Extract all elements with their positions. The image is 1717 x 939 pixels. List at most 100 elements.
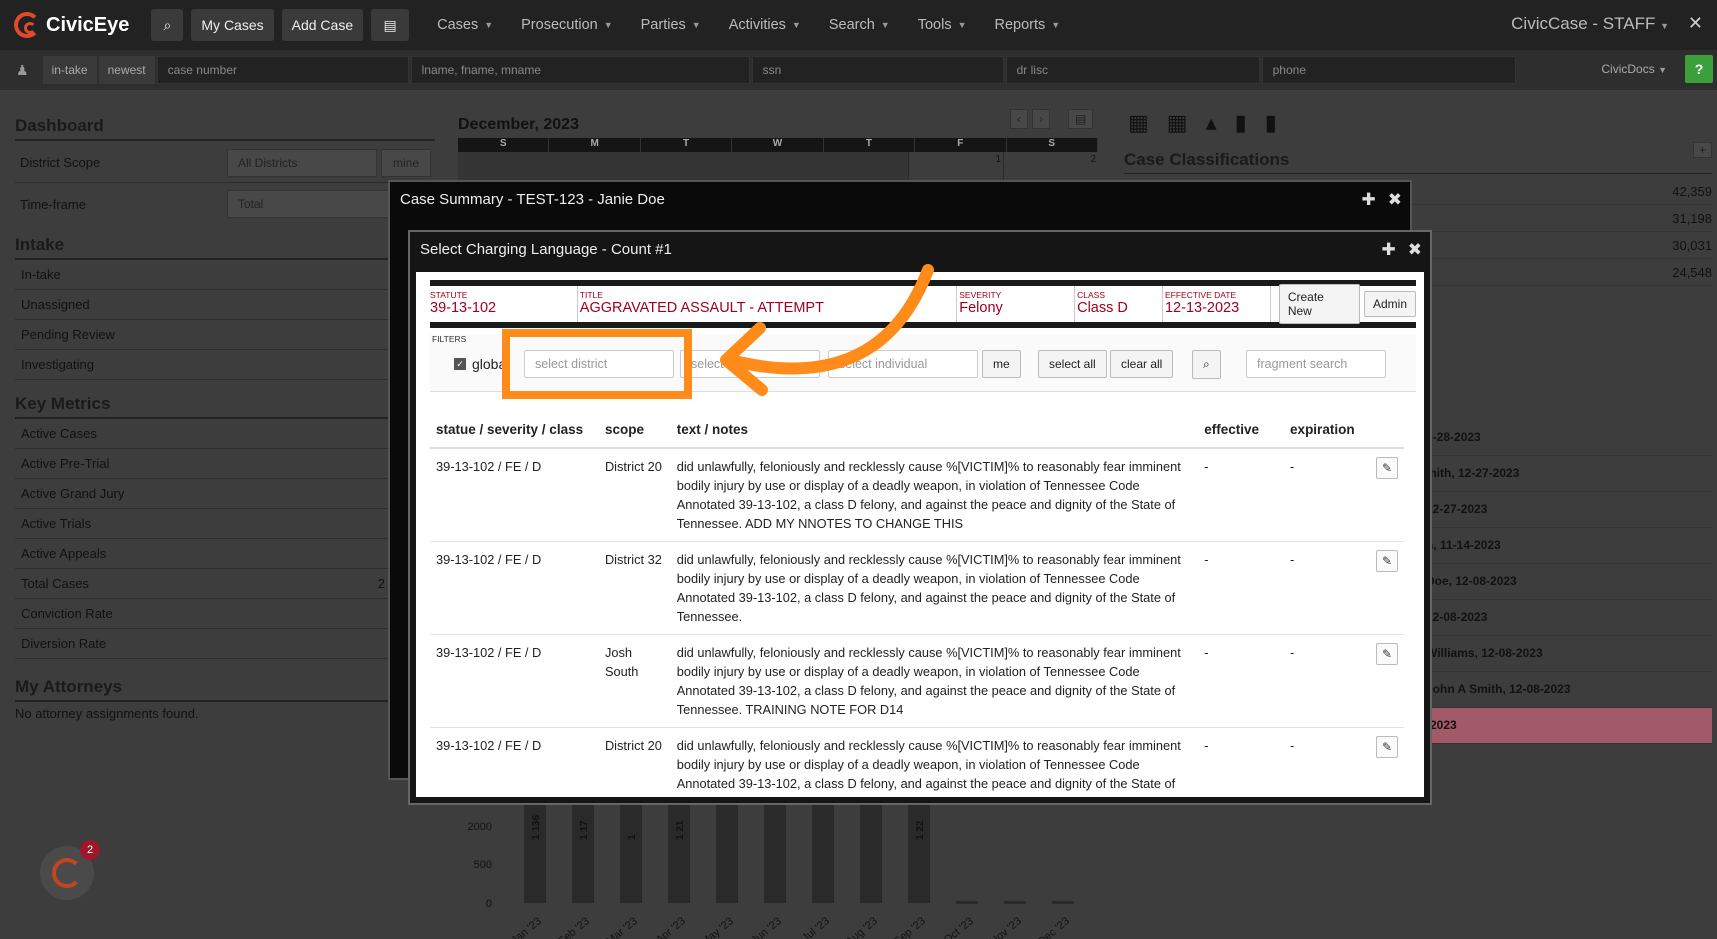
calendar-next-button[interactable]: ›: [1032, 109, 1050, 129]
case-classifications-title: Case Classifications: [1124, 150, 1712, 174]
fragment-search-input[interactable]: fragment search: [1246, 350, 1386, 378]
menu-cases[interactable]: Cases ▼: [437, 17, 493, 33]
metric-item[interactable]: Active Cases: [15, 419, 435, 449]
recent-case-item[interactable]: Williams, 12-08-2023: [1412, 636, 1712, 672]
calendar-date-2[interactable]: 2: [1004, 152, 1098, 182]
chart-bar[interactable]: [764, 800, 786, 903]
menu-tools[interactable]: Tools ▼: [918, 17, 967, 33]
document-icon[interactable]: ▮: [1235, 110, 1247, 136]
ssn-field[interactable]: ssn: [751, 56, 1004, 84]
my-cases-button[interactable]: My Cases: [191, 9, 274, 41]
calendar-date-1[interactable]: 1: [909, 152, 1004, 182]
recent-case-item[interactable]: 2-28-2023: [1412, 420, 1712, 456]
metric-item[interactable]: Active Trials: [15, 509, 435, 539]
calculator-icon[interactable]: ▦: [1128, 110, 1149, 136]
classification-add-button[interactable]: +: [1692, 142, 1712, 158]
chevron-down-icon: ▼: [791, 20, 801, 30]
district-scope-select[interactable]: All Districts: [227, 148, 377, 177]
maximize-icon[interactable]: ✚: [1382, 240, 1396, 260]
metric-item[interactable]: Active Grand Jury: [15, 479, 435, 509]
intake-item[interactable]: Pending Review: [15, 320, 435, 350]
chart-bar[interactable]: [716, 800, 738, 903]
menu-activities[interactable]: Activities ▼: [729, 17, 801, 33]
me-button[interactable]: me: [982, 350, 1021, 378]
edit-button[interactable]: ✎: [1376, 736, 1398, 758]
chart-bar[interactable]: [620, 800, 642, 903]
search-button[interactable]: ⌕: [151, 9, 184, 41]
metric-item[interactable]: Diversion Rate: [15, 629, 435, 659]
name-field[interactable]: lname, fname, mname: [410, 56, 750, 84]
timeframe-select[interactable]: Total: [227, 190, 407, 218]
chart-bar[interactable]: [668, 800, 690, 903]
edit-button[interactable]: ✎: [1376, 550, 1398, 572]
charging-language-table: statue / severity / class scope text / not…: [430, 412, 1404, 797]
chart-bar[interactable]: [956, 901, 978, 904]
edit-button[interactable]: ✎: [1376, 643, 1398, 665]
intake-item[interactable]: In-take: [15, 260, 435, 290]
metric-item[interactable]: Active Pre-Trial: [15, 449, 435, 479]
clear-all-button[interactable]: clear all: [1110, 350, 1174, 378]
create-new-button[interactable]: Create New: [1278, 284, 1360, 324]
edit-button[interactable]: ✎: [1376, 457, 1398, 479]
recent-case-item[interactable]: mith, 12-27-2023: [1412, 456, 1712, 492]
close-icon[interactable]: ✕: [1688, 13, 1703, 34]
mine-button[interactable]: mine: [381, 148, 431, 177]
menu-parties[interactable]: Parties ▼: [641, 17, 701, 33]
select-all-button[interactable]: select all: [1038, 350, 1107, 378]
metric-item[interactable]: Total Cases 2: [15, 569, 435, 599]
admin-button[interactable]: Admin: [1363, 291, 1416, 317]
menu-prosecution[interactable]: Prosecution ▼: [521, 17, 613, 33]
menu-label: Search: [828, 17, 875, 33]
book-icon[interactable]: ▮: [1265, 110, 1277, 136]
brand-right[interactable]: CivicCase - STAFF ▼: [1511, 14, 1669, 34]
classification-count: 30,031: [1672, 238, 1712, 253]
chart-bar[interactable]: [908, 800, 930, 903]
dr-lisc-field[interactable]: dr lisc: [1005, 56, 1260, 84]
calendar-icon[interactable]: ▦: [1167, 110, 1188, 136]
recent-case-item[interactable]: n, 11-14-2023: [1412, 528, 1712, 564]
help-button[interactable]: ?: [1685, 55, 1713, 83]
chart-bar[interactable]: [1052, 901, 1074, 904]
intake-item[interactable]: Unassigned: [15, 290, 435, 320]
search-icon[interactable]: ⌕: [1192, 350, 1221, 379]
map-icon[interactable]: ▴: [1206, 110, 1217, 136]
metric-item[interactable]: Active Appeals: [15, 539, 435, 569]
menu-reports[interactable]: Reports ▼: [995, 17, 1061, 33]
recent-case-item[interactable]: 12-08-2023: [1412, 600, 1712, 636]
close-icon[interactable]: ✖: [1408, 240, 1422, 260]
user-icon[interactable]: ♟: [16, 62, 29, 79]
chat-launcher[interactable]: 2: [40, 840, 100, 900]
metric-item[interactable]: Conviction Rate: [15, 599, 435, 629]
list-button[interactable]: ▤: [371, 9, 410, 41]
district-scope-label: District Scope: [20, 155, 101, 170]
recent-case-item[interactable]: 12-27-2023: [1412, 492, 1712, 528]
table-row[interactable]: 39-13-102 / FE / D District 20 did unlawfu…: [430, 448, 1404, 542]
menu-search[interactable]: Search ▼: [829, 17, 890, 33]
civiceye-logo[interactable]: CivicEye: [14, 12, 129, 38]
case-number-field[interactable]: case number: [156, 56, 409, 84]
recent-case-item[interactable]: John A Smith, 12-08-2023: [1412, 672, 1712, 708]
tab-in-take[interactable]: in-take: [42, 56, 97, 84]
recent-case-item[interactable]: -2023: [1412, 708, 1712, 744]
chart-bar[interactable]: [1004, 901, 1026, 904]
maximize-icon[interactable]: ✚: [1362, 190, 1376, 210]
calendar-list-icon[interactable]: ▤: [1068, 109, 1094, 129]
recent-case-item[interactable]: Doe, 12-08-2023: [1412, 564, 1712, 600]
chart-bar[interactable]: [572, 800, 594, 903]
table-row[interactable]: 39-13-102 / FE / D Josh South did unlawful…: [430, 634, 1404, 728]
metric-label: Total Cases: [21, 576, 89, 591]
column-header: expiration: [1284, 412, 1370, 449]
calendar-prev-button[interactable]: ‹: [1010, 109, 1028, 129]
civicdocs-menu[interactable]: CivicDocs ▼: [1601, 62, 1667, 76]
intake-item[interactable]: Investigating: [15, 350, 435, 380]
chart-bar[interactable]: [860, 800, 882, 903]
global-checkbox[interactable]: ✓: [454, 358, 466, 370]
phone-field[interactable]: phone: [1261, 56, 1516, 84]
add-case-button[interactable]: Add Case: [281, 9, 364, 41]
tab-newest[interactable]: newest: [98, 56, 155, 84]
menu-label: Prosecution: [521, 17, 598, 33]
close-icon[interactable]: ✖: [1388, 190, 1402, 210]
table-row[interactable]: 39-13-102 / FE / D District 32 did unlawfu…: [430, 541, 1404, 635]
table-row[interactable]: 39-13-102 / FE / D District 20 did unlawfu…: [430, 727, 1404, 797]
chart-bar[interactable]: [812, 800, 834, 903]
